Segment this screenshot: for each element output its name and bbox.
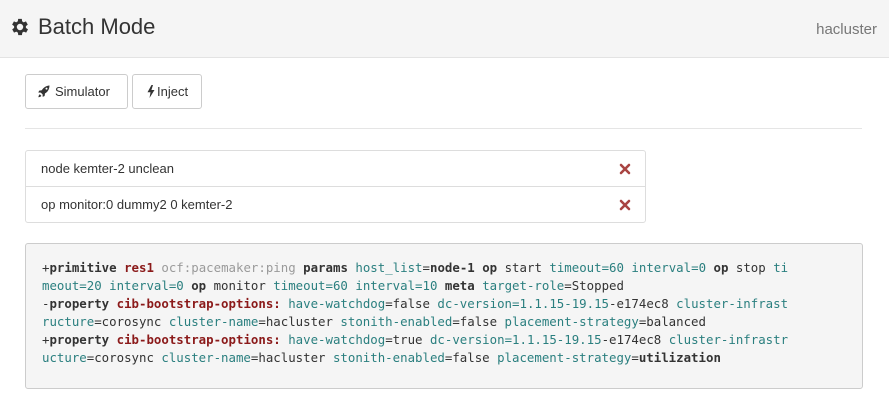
diff-token: params xyxy=(303,260,348,275)
diff-line: +property cib-bootstrap-options: have-wa… xyxy=(42,331,846,349)
diff-token xyxy=(109,332,116,347)
diff-token: op xyxy=(713,260,729,275)
diff-token: =hacluster xyxy=(258,314,341,329)
diff-token: stop xyxy=(728,260,774,275)
diff-token: op xyxy=(191,278,207,293)
diff-token: meout=20 xyxy=(42,278,110,293)
diff-token: op xyxy=(482,260,498,275)
simulator-button-label: Simulator xyxy=(55,84,110,99)
diff-token: =corosync xyxy=(94,314,169,329)
diff-token: =false xyxy=(385,296,438,311)
page-title: Batch Mode xyxy=(38,14,156,39)
list-item: node kemter-2 unclean xyxy=(26,151,645,186)
diff-token: interval=0 xyxy=(109,278,184,293)
diff-token: =balanced xyxy=(638,314,706,329)
diff-token: =hacluster xyxy=(250,350,333,365)
diff-line: +primitive res1 ocf:pacemaker:ping param… xyxy=(42,259,846,277)
diff-token: cluster-name xyxy=(161,350,251,365)
inject-button[interactable]: Inject xyxy=(132,74,202,109)
diff-token: timeout xyxy=(549,260,602,275)
diff-token: start xyxy=(497,260,550,275)
diff-token: stonith-enabled xyxy=(332,350,445,365)
diff-token: =1.1.15-19.15 xyxy=(512,296,610,311)
diff-token: cluster-infrast xyxy=(676,296,789,311)
diff-token: =0 xyxy=(691,260,707,275)
diff-token: monitor xyxy=(206,278,274,293)
cluster-name: hacluster xyxy=(816,21,877,38)
divider xyxy=(25,128,862,129)
diff-line: meout=20 interval=0 op monitor timeout=6… xyxy=(42,277,846,295)
diff-token: =false xyxy=(452,314,505,329)
remove-icon[interactable] xyxy=(619,163,631,175)
diff-token: cib-bootstrap-options: xyxy=(116,332,281,347)
diff-token xyxy=(109,296,116,311)
diff-line: ucture=corosync cluster-name=hacluster s… xyxy=(42,349,846,367)
diff-token: primitive xyxy=(49,260,117,275)
diff-token: ocf:pacemaker:ping xyxy=(161,260,296,275)
diff-line: ructure=corosync cluster-name=hacluster … xyxy=(42,313,846,331)
diff-token: cib-bootstrap-options: xyxy=(116,296,281,311)
diff-token: dc-version xyxy=(429,332,505,347)
diff-token: utilization xyxy=(638,350,721,365)
diff-token: dc-version xyxy=(437,296,513,311)
diff-token: = xyxy=(631,350,639,365)
event-list: node kemter-2 unclean op monitor:0 dummy… xyxy=(25,150,646,223)
diff-token: =1.1.15-19.15 xyxy=(504,332,602,347)
bolt-icon xyxy=(147,85,155,98)
diff-token: placement-strategy xyxy=(497,350,632,365)
diff-token: ti xyxy=(773,260,789,275)
diff-token: have-watchdog xyxy=(288,332,386,347)
diff-token: ucture xyxy=(42,350,87,365)
diff-token xyxy=(117,260,124,275)
diff-token: =60 xyxy=(601,260,632,275)
diff-token: stonith-enabled xyxy=(340,314,453,329)
event-text: node kemter-2 unclean xyxy=(41,161,174,176)
diff-token: =false xyxy=(444,350,498,365)
diff-token: timeout=60 xyxy=(273,278,348,293)
main-content: Simulator Inject node kemter-2 unclean o… xyxy=(0,58,889,406)
inject-button-label: Inject xyxy=(157,84,189,99)
diff-token: ructure xyxy=(42,314,95,329)
gear-icon xyxy=(12,18,28,36)
diff-line: -property cib-bootstrap-options: have-wa… xyxy=(42,295,846,313)
remove-icon[interactable] xyxy=(619,199,631,211)
config-diff: +primitive res1 ocf:pacemaker:ping param… xyxy=(25,243,863,389)
diff-token: res1 xyxy=(124,260,154,275)
diff-token: interval xyxy=(631,260,692,275)
diff-token: node-1 xyxy=(429,260,475,275)
simulator-button[interactable]: Simulator xyxy=(25,74,128,109)
rocket-icon xyxy=(38,85,50,98)
diff-token xyxy=(437,278,444,293)
diff-token: =true xyxy=(385,332,430,347)
diff-token: =Stopped xyxy=(564,278,624,293)
page-header: Batch Mode hacluster xyxy=(0,0,889,58)
diff-token xyxy=(706,260,713,275)
diff-token: target-role xyxy=(482,278,565,293)
diff-token: meta xyxy=(444,278,475,293)
diff-token: property xyxy=(49,296,110,311)
event-text: op monitor:0 dummy2 0 kemter-2 xyxy=(41,197,233,212)
diff-token: cluster-infrastr xyxy=(668,332,789,347)
list-item: op monitor:0 dummy2 0 kemter-2 xyxy=(26,186,645,222)
diff-token: placement-strategy xyxy=(504,314,639,329)
diff-token: cluster-name xyxy=(168,314,259,329)
diff-token: = xyxy=(422,260,430,275)
diff-token: property xyxy=(49,332,110,347)
diff-token: -e174ec8 xyxy=(609,296,677,311)
diff-token: host_list xyxy=(355,260,423,275)
diff-token: have-watchdog xyxy=(288,296,386,311)
diff-token: -e174ec8 xyxy=(601,332,669,347)
diff-token: interval=10 xyxy=(355,278,438,293)
diff-token: =corosync xyxy=(86,350,162,365)
